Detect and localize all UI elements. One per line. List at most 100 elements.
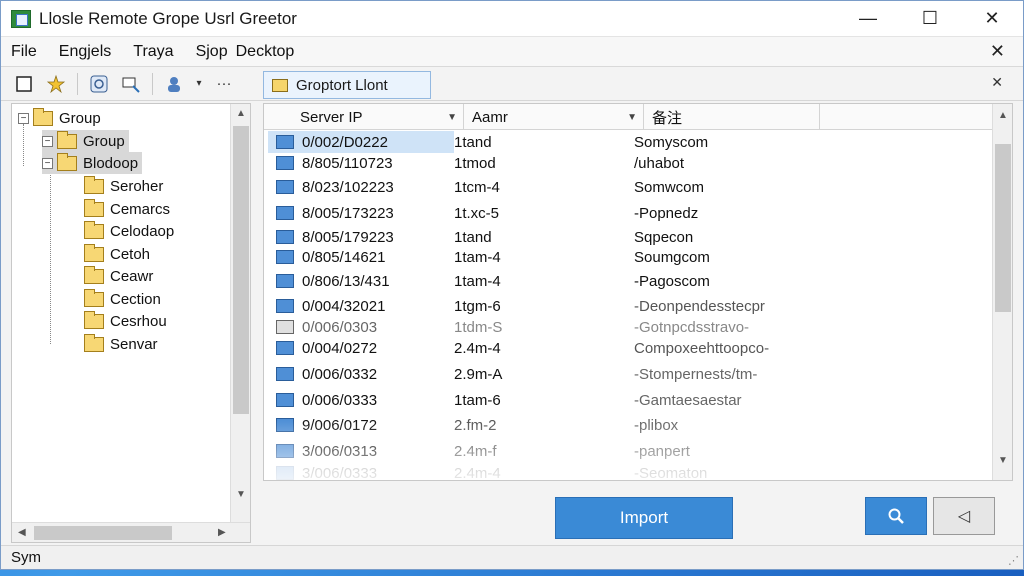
tree-item-leaf[interactable]: Seroher: [84, 175, 163, 197]
table-row[interactable]: 8/023/102223 1tcm-4 Somwcom: [268, 176, 990, 198]
close-button[interactable]: ✕: [961, 1, 1023, 37]
tree-item-leaf[interactable]: Cection: [84, 288, 161, 310]
folder-icon: [84, 288, 104, 307]
column-server-ip[interactable]: Server IP ▼: [264, 104, 464, 130]
server-icon: [276, 180, 294, 194]
star-icon[interactable]: [43, 71, 69, 97]
server-icon: [276, 341, 294, 355]
table-row[interactable]: 8/005/179223 1tand Sqpecon: [268, 226, 990, 248]
chevron-down-icon[interactable]: ▾: [193, 71, 205, 97]
scroll-down-icon[interactable]: ▼: [998, 455, 1008, 466]
collapse-icon[interactable]: −: [42, 157, 53, 169]
resize-grip-icon[interactable]: ⋰: [1008, 554, 1019, 567]
maximize-button[interactable]: ☐: [899, 1, 961, 37]
menu-file[interactable]: File: [11, 43, 37, 61]
toolbar: ▾ ··· Groptort Llont ✕: [1, 67, 1023, 101]
collapse-icon[interactable]: −: [42, 135, 53, 147]
sort-dropdown-icon[interactable]: ▼: [447, 112, 457, 123]
refresh-icon[interactable]: [86, 71, 112, 97]
toolbar-separator: [77, 72, 78, 95]
column-note[interactable]: 备注: [644, 104, 820, 130]
user-icon[interactable]: [161, 71, 187, 97]
list-vertical-scrollbar[interactable]: ▲ ▼: [992, 104, 1012, 480]
table-row[interactable]: 0/006/0332 2.9m-A -Stompernests/tm-: [268, 363, 990, 385]
back-button[interactable]: ◁: [933, 497, 995, 535]
menu-bar: File Engjels Traya Sjop Decktop ✕: [1, 37, 1023, 67]
scrollbar-thumb[interactable]: [995, 144, 1011, 312]
tab-groptort-llont[interactable]: Groptort Llont: [263, 71, 431, 99]
folder-icon: [84, 310, 104, 329]
table-row[interactable]: 3/006/0313 2.4m-f -panpert: [268, 440, 990, 462]
server-note: Compoxeehttoopco-: [634, 339, 770, 357]
menu-close-icon[interactable]: ✕: [990, 41, 1005, 62]
tree-horizontal-scrollbar[interactable]: ◀ ▶: [12, 522, 250, 542]
table-row[interactable]: 0/006/0303 1tdm-S -Gotnpcdsstravo-: [268, 316, 990, 338]
server-ip: 0/805/14621: [302, 248, 386, 266]
column-name[interactable]: Aamr ▼: [464, 104, 644, 130]
server-ip: 0/806/13/431: [302, 272, 390, 290]
table-row[interactable]: 3/006/0333 2.4m-4 -Seomaton: [268, 462, 990, 480]
server-ip: 0/002/D0222: [302, 133, 388, 151]
scrollbar-thumb[interactable]: [233, 126, 249, 414]
scroll-up-icon[interactable]: ▲: [236, 108, 246, 119]
tree-item-blodoop[interactable]: − Blodoop: [42, 152, 143, 174]
scroll-right-icon[interactable]: ▶: [218, 527, 226, 538]
toolbar-close-icon[interactable]: ✕: [991, 74, 1003, 91]
tree-vertical-scrollbar[interactable]: ▲ ▼: [230, 104, 250, 524]
folder-icon: [84, 333, 104, 352]
table-row[interactable]: 0/004/0272 2.4m-4 Compoxeehttoopco-: [268, 337, 990, 359]
server-note: Somyscom: [634, 133, 709, 151]
sort-dropdown-icon[interactable]: ▼: [627, 112, 637, 123]
menu-traya[interactable]: Traya: [133, 43, 173, 61]
more-icon[interactable]: ···: [211, 71, 237, 97]
server-icon: [276, 230, 294, 244]
menu-decktop[interactable]: Decktop: [236, 43, 295, 61]
server-name: 1t.xc-5: [454, 204, 500, 222]
tree-item-group-root[interactable]: − Group: [18, 107, 101, 129]
connect-icon[interactable]: [118, 71, 144, 97]
tree-item-leaf[interactable]: Cesrhou: [84, 310, 167, 332]
minimize-button[interactable]: —: [837, 1, 899, 37]
table-row[interactable]: 8/805/110723 1tmod/uhabot: [268, 152, 990, 174]
status-bar: Sym ⋰: [1, 545, 1023, 569]
collapse-icon[interactable]: −: [18, 112, 29, 124]
column-label: Aamr: [472, 108, 508, 126]
tree-item-group[interactable]: − Group: [42, 130, 129, 152]
server-icon: [276, 206, 294, 220]
new-icon[interactable]: [11, 71, 37, 97]
table-row[interactable]: 0/002/D0222 1tand Somyscom: [268, 131, 990, 153]
table-row[interactable]: 8/005/173223 1t.xc-5 -Popnedz: [268, 202, 990, 224]
tree-item-leaf[interactable]: Celodaop: [84, 220, 174, 242]
table-row[interactable]: 0/006/0333 1tam-6 -Gamtaesaestar: [268, 389, 990, 411]
folder-icon: [57, 152, 77, 171]
table-row[interactable]: 0/004/32021 1tgm-6 -Deonpendesstecpr: [268, 295, 990, 317]
search-button[interactable]: [865, 497, 927, 535]
table-row[interactable]: 0/805/14621 1tam-4 Soumgcom: [268, 246, 990, 268]
tree-label: Celodaop: [110, 222, 175, 240]
import-button[interactable]: Import: [555, 497, 733, 539]
tree-item-leaf[interactable]: Senvar: [84, 333, 158, 355]
tree-label: Cetoh: [110, 245, 151, 263]
tree-item-leaf[interactable]: Ceawr: [84, 265, 153, 287]
table-row[interactable]: 9/006/0172 2.fm-2 -plibox: [268, 414, 990, 436]
folder-icon: [84, 243, 104, 262]
column-filler: [820, 104, 994, 130]
table-row[interactable]: 0/806/13/431 1tam-4 -Pagoscom: [268, 270, 990, 292]
server-note: -panpert: [634, 442, 690, 460]
tree-label: Cection: [110, 290, 161, 308]
column-label: Server IP: [300, 108, 363, 126]
tree-item-leaf[interactable]: Cemarcs: [84, 198, 170, 220]
group-tree: − Group − Group − Blodoop Seroher Cemarc…: [11, 103, 251, 543]
menu-engjels[interactable]: Engjels: [59, 43, 111, 61]
scroll-down-icon[interactable]: ▼: [236, 489, 246, 500]
menu-sjop[interactable]: Sjop: [196, 43, 228, 61]
server-icon: [276, 444, 294, 458]
scroll-left-icon[interactable]: ◀: [18, 527, 26, 538]
server-icon: [276, 299, 294, 313]
tree-item-leaf[interactable]: Cetoh: [84, 243, 150, 265]
tree-label: Group: [59, 109, 101, 127]
scrollbar-thumb[interactable]: [34, 526, 172, 540]
server-ip: 0/004/32021: [302, 297, 386, 315]
scroll-up-icon[interactable]: ▲: [998, 110, 1008, 121]
server-ip: 0/006/0303: [302, 318, 378, 336]
